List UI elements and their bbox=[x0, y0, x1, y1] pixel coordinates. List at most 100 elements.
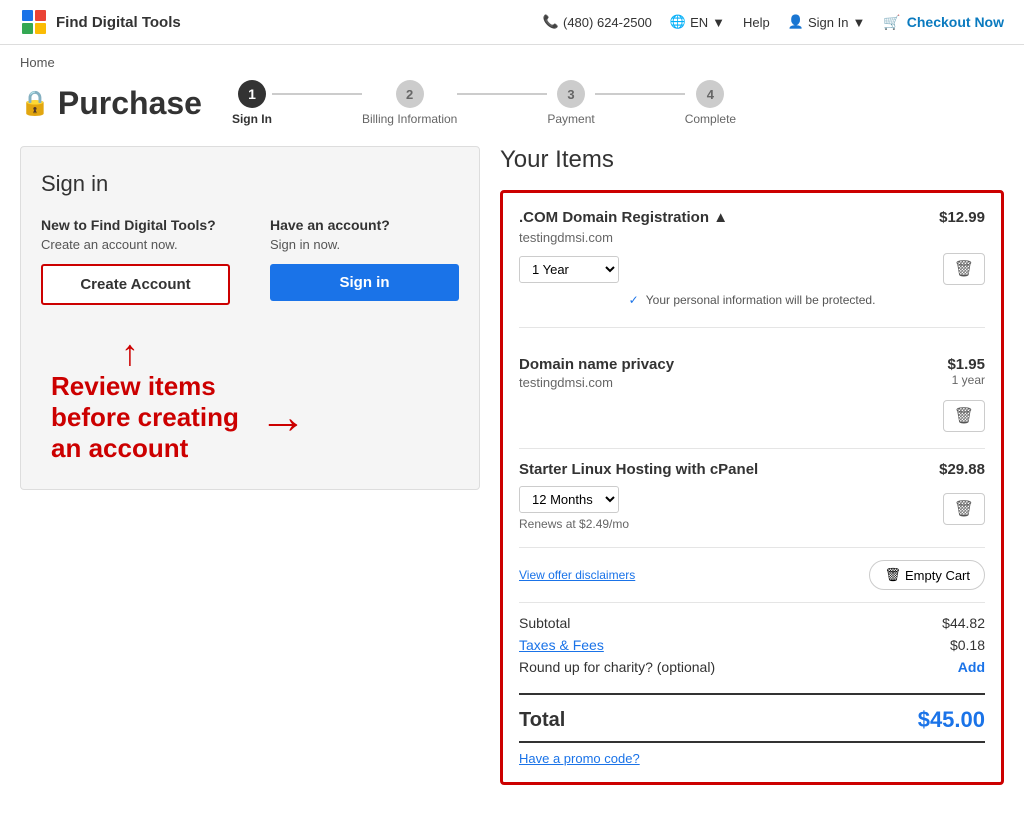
step-label-4: Complete bbox=[685, 112, 736, 126]
hosting-name: Starter Linux Hosting with cPanel bbox=[519, 461, 758, 478]
step-label-1: Sign In bbox=[232, 112, 272, 126]
subtotal-label: Subtotal bbox=[519, 615, 570, 631]
subtotal-value: $44.82 bbox=[942, 615, 985, 631]
total-row: Total $45.00 bbox=[519, 695, 985, 743]
create-account-button[interactable]: Create Account bbox=[41, 264, 230, 305]
promo-link[interactable]: Have a promo code? bbox=[519, 751, 640, 766]
domain-delete-button[interactable]: 🗑 bbox=[943, 253, 985, 285]
hosting-select-col: 12 Months 24 Months 36 Months Renews at … bbox=[519, 486, 629, 531]
signin-options: New to Find Digital Tools? Create an acc… bbox=[41, 217, 459, 305]
privacy-item-period: 1 year bbox=[947, 373, 985, 387]
user-icon: 👤 bbox=[788, 14, 804, 30]
step-circle-1: 1 bbox=[238, 80, 266, 108]
domain-duration-select[interactable]: 1 Year 2 Years 5 Years bbox=[519, 256, 619, 283]
step-2: 2 Billing Information bbox=[362, 80, 457, 126]
hosting-item: Starter Linux Hosting with cPanel $29.88… bbox=[519, 449, 985, 548]
progress-steps: 1 Sign In 2 Billing Information 3 Paymen… bbox=[232, 80, 1004, 126]
have-label: Have an account? bbox=[270, 217, 459, 233]
lock-icon: 🔒 bbox=[20, 89, 50, 118]
step-circle-2: 2 bbox=[396, 80, 424, 108]
privacy-item-price-col: $1.95 1 year bbox=[947, 356, 985, 387]
total-value: $45.00 bbox=[918, 707, 985, 733]
annotation-text: Review itemsbefore creatingan account bbox=[51, 371, 239, 465]
privacy-item-left: Domain name privacy testingdmsi.com bbox=[519, 356, 674, 390]
new-sub: Create an account now. bbox=[41, 237, 230, 252]
domain-registration-item: .COM Domain Registration ▲ $12.99 testin… bbox=[519, 209, 985, 328]
chevron-up-icon: ▲ bbox=[713, 209, 728, 226]
hosting-delete-button[interactable]: 🗑 bbox=[943, 493, 985, 525]
signin-link[interactable]: 👤 Sign In ▼ bbox=[788, 14, 866, 30]
checkout-button[interactable]: 🛒 Checkout Now bbox=[883, 14, 1004, 31]
domain-privacy-item: Domain name privacy testingdmsi.com $1.9… bbox=[519, 344, 985, 449]
subtotals: Subtotal $44.82 Taxes & Fees $0.18 Round… bbox=[519, 603, 985, 695]
hosting-duration-select[interactable]: 12 Months 24 Months 36 Months bbox=[519, 486, 619, 513]
hosting-select-row: 12 Months 24 Months 36 Months Renews at … bbox=[519, 486, 985, 531]
two-col-layout: Sign in New to Find Digital Tools? Creat… bbox=[20, 146, 1004, 785]
step-circle-4: 4 bbox=[696, 80, 724, 108]
logo[interactable]: Find Digital Tools bbox=[20, 8, 181, 36]
signin-panel: Sign in New to Find Digital Tools? Creat… bbox=[20, 146, 480, 490]
empty-cart-button[interactable]: 🗑 Empty Cart bbox=[869, 560, 985, 590]
add-link[interactable]: Add bbox=[958, 659, 985, 675]
signin-button[interactable]: Sign in bbox=[270, 264, 459, 301]
step-line-2-3 bbox=[457, 93, 547, 95]
taxes-value: $0.18 bbox=[950, 637, 985, 653]
breadcrumb: Home bbox=[0, 45, 1024, 80]
items-box: .COM Domain Registration ▲ $12.99 testin… bbox=[500, 190, 1004, 785]
step-line-1-2 bbox=[272, 93, 362, 95]
domain-item-name: .COM Domain Registration ▲ bbox=[519, 209, 728, 226]
total-label: Total bbox=[519, 709, 565, 732]
step-label-2: Billing Information bbox=[362, 112, 457, 126]
view-disclaimers-link[interactable]: View offer disclaimers bbox=[519, 568, 635, 582]
header-right: 📞 (480) 624-2500 🌐 EN ▼ Help 👤 Sign In ▼… bbox=[543, 14, 1004, 31]
step-3: 3 Payment bbox=[547, 80, 594, 126]
subtotal-row: Subtotal $44.82 bbox=[519, 615, 985, 631]
domain-item-price: $12.99 bbox=[939, 209, 985, 226]
taxes-link[interactable]: Taxes & Fees bbox=[519, 637, 604, 653]
cart-icon: 🛒 bbox=[883, 14, 900, 31]
privacy-item-header: Domain name privacy testingdmsi.com $1.9… bbox=[519, 356, 985, 390]
privacy-item-domain: testingdmsi.com bbox=[519, 375, 674, 390]
trash-icon: 🗑 bbox=[884, 567, 901, 583]
annotation-area: ↑ Review itemsbefore creatingan account … bbox=[41, 335, 459, 465]
language-selector[interactable]: 🌐 EN ▼ bbox=[670, 14, 725, 30]
domain-item-header: .COM Domain Registration ▲ $12.99 bbox=[519, 209, 985, 226]
logo-text: Find Digital Tools bbox=[56, 14, 181, 31]
step-circle-3: 3 bbox=[557, 80, 585, 108]
step-1: 1 Sign In bbox=[232, 80, 272, 126]
help-link[interactable]: Help bbox=[743, 15, 770, 30]
header: Find Digital Tools 📞 (480) 624-2500 🌐 EN… bbox=[0, 0, 1024, 45]
privacy-notice: ✓ Your personal information will be prot… bbox=[519, 285, 985, 311]
logo-icon bbox=[20, 8, 48, 36]
have-sub: Sign in now. bbox=[270, 237, 459, 252]
privacy-item-price: $1.95 bbox=[947, 356, 985, 373]
items-title: Your Items bbox=[500, 146, 1004, 174]
step-4: 4 Complete bbox=[685, 80, 736, 126]
cart-actions: View offer disclaimers 🗑 Empty Cart bbox=[519, 548, 985, 603]
step-line-3-4 bbox=[595, 93, 685, 95]
phone-number: 📞 (480) 624-2500 bbox=[543, 14, 652, 30]
signin-title: Sign in bbox=[41, 171, 459, 197]
privacy-delete-button[interactable]: 🗑 bbox=[943, 400, 985, 432]
phone-icon: 📞 bbox=[543, 14, 559, 30]
items-panel: Your Items .COM Domain Registration ▲ $1… bbox=[500, 146, 1004, 785]
main-container: 🔒 Purchase 1 Sign In 2 Billing Informati… bbox=[0, 80, 1024, 815]
page-title: 🔒 Purchase bbox=[20, 85, 202, 122]
round-up-row: Round up for charity? (optional) Add bbox=[519, 659, 985, 675]
new-account-col: New to Find Digital Tools? Create an acc… bbox=[41, 217, 230, 305]
page-title-area: 🔒 Purchase 1 Sign In 2 Billing Informati… bbox=[20, 80, 1004, 126]
globe-icon: 🌐 bbox=[670, 14, 686, 30]
round-up-label: Round up for charity? (optional) bbox=[519, 659, 715, 675]
arrow-right-icon: → bbox=[259, 390, 307, 445]
taxes-row: Taxes & Fees $0.18 bbox=[519, 637, 985, 653]
arrow-up-icon: ↑ bbox=[121, 335, 459, 371]
renews-text: Renews at $2.49/mo bbox=[519, 517, 629, 531]
chevron-down-icon: ▼ bbox=[712, 15, 725, 30]
step-label-3: Payment bbox=[547, 112, 594, 126]
annotation-row: Review itemsbefore creatingan account → bbox=[41, 371, 459, 465]
privacy-item-name: Domain name privacy bbox=[519, 356, 674, 373]
hosting-header: Starter Linux Hosting with cPanel $29.88 bbox=[519, 461, 985, 478]
new-label: New to Find Digital Tools? bbox=[41, 217, 230, 233]
domain-duration-row: 1 Year 2 Years 5 Years 🗑 bbox=[519, 253, 985, 285]
checkmark-icon: ✓ bbox=[629, 293, 639, 307]
